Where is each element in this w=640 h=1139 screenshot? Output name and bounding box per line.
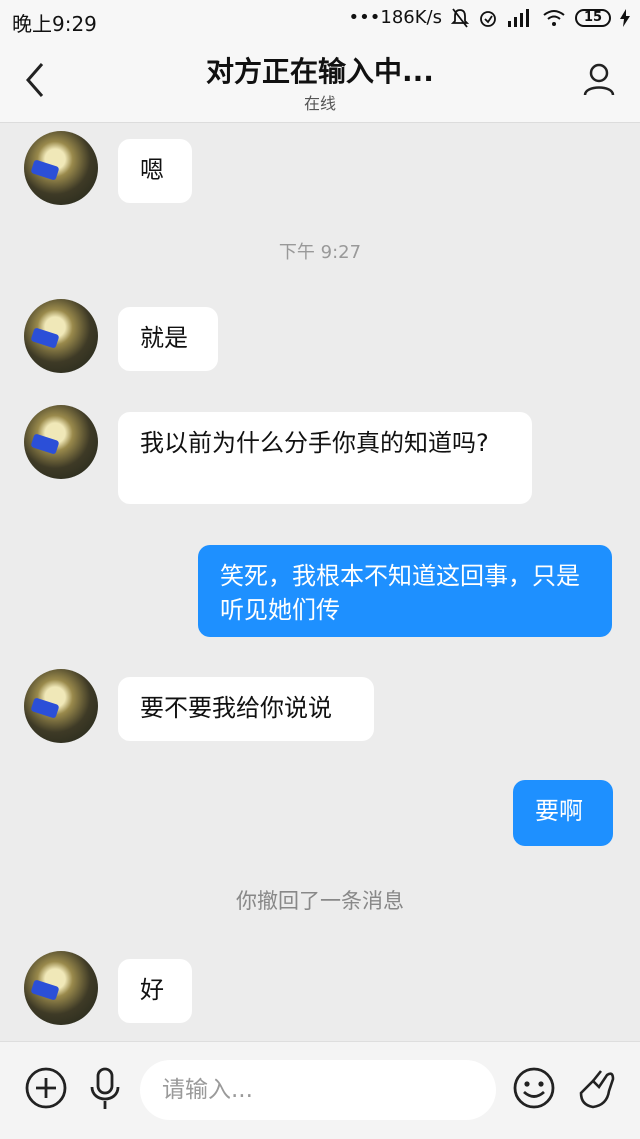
message-bubble-sent[interactable]: 笑死，我根本不知道这回事，只是听见她们传: [198, 545, 612, 637]
bell-muted-icon: [451, 7, 469, 28]
microphone-icon[interactable]: [82, 1065, 128, 1111]
recall-notice: 你撤回了一条消息: [236, 889, 404, 913]
network-speed: •••186K/s: [348, 7, 442, 28]
message-bubble-received[interactable]: 我以前为什么分手你真的知道吗?: [118, 412, 532, 504]
person-icon[interactable]: [582, 62, 616, 96]
chat-header: 对方正在输入中... 在线: [0, 38, 640, 123]
avatar[interactable]: [24, 131, 98, 205]
online-status: 在线: [303, 94, 336, 113]
wifi-icon: [543, 9, 565, 26]
message-bubble-sent[interactable]: 要啊: [513, 780, 613, 846]
charging-icon: [620, 8, 630, 27]
message-bubble-received[interactable]: 就是: [118, 307, 218, 371]
message-input[interactable]: 请输入...: [140, 1060, 496, 1120]
message-bubble-received[interactable]: 要不要我给你说说: [118, 677, 374, 741]
avatar[interactable]: [24, 405, 98, 479]
status-indicators: •••186K/s 15: [349, 7, 630, 28]
message-bubble-received[interactable]: 嗯: [118, 139, 192, 203]
hand-icon[interactable]: [573, 1065, 619, 1111]
plus-circle-icon[interactable]: [23, 1065, 69, 1111]
message-bubble-received[interactable]: 好: [118, 959, 192, 1023]
avatar[interactable]: [24, 951, 98, 1025]
status-time: 晚上9:29: [12, 12, 97, 36]
status-bar: 晚上9:29 •••186K/s 15: [0, 0, 640, 38]
signal-icon: [508, 8, 529, 27]
battery-indicator: 15: [575, 8, 611, 27]
alarm-icon: [480, 10, 496, 27]
message-list[interactable]: 嗯 下午 9:27 就是 我以前为什么分手你真的知道吗? 笑死，我根本不知道这回…: [0, 123, 640, 1041]
timestamp: 下午 9:27: [278, 242, 362, 263]
chat-title: 对方正在输入中...: [206, 55, 434, 88]
avatar[interactable]: [24, 299, 98, 373]
input-bar: 请输入...: [0, 1041, 640, 1139]
smiley-icon[interactable]: [511, 1065, 557, 1111]
avatar[interactable]: [24, 669, 98, 743]
